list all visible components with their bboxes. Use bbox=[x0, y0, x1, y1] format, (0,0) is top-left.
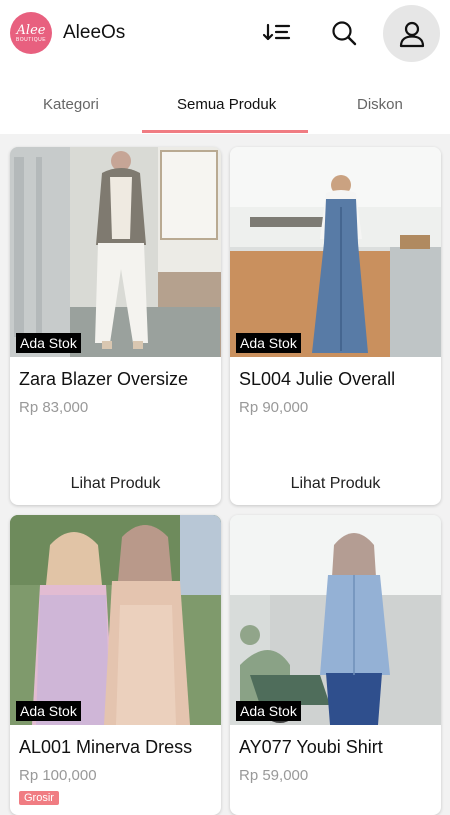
product-card[interactable]: Ada Stok AY077 Youbi Shirt Rp 59,000 bbox=[230, 515, 441, 815]
product-image[interactable]: Ada Stok bbox=[230, 147, 441, 357]
product-image[interactable]: Ada Stok bbox=[10, 147, 221, 357]
active-tab-indicator bbox=[142, 130, 308, 133]
person-icon bbox=[399, 21, 424, 47]
search-icon[interactable] bbox=[324, 13, 364, 53]
product-card[interactable]: Ada Stok SL004 Julie Overall Rp 90,000 L… bbox=[230, 147, 441, 505]
stock-badge: Ada Stok bbox=[16, 333, 81, 353]
view-product-button[interactable]: Lihat Produk bbox=[230, 475, 441, 493]
tab-kategori[interactable]: Kategori bbox=[43, 96, 99, 113]
product-image[interactable]: Ada Stok bbox=[230, 515, 441, 725]
product-price: Rp 83,000 bbox=[19, 399, 89, 416]
app-title: AleeOs bbox=[63, 22, 126, 43]
product-grid: Ada Stok Zara Blazer Oversize Rp 83,000 … bbox=[0, 134, 450, 815]
stock-badge: Ada Stok bbox=[236, 333, 301, 353]
product-price: Rp 59,000 bbox=[239, 767, 309, 784]
product-image[interactable]: Ada Stok bbox=[10, 515, 221, 725]
stock-badge: Ada Stok bbox=[236, 701, 301, 721]
profile-button[interactable] bbox=[383, 5, 440, 62]
stock-badge: Ada Stok bbox=[16, 701, 81, 721]
app-header: Alee BOUTIQUE AleeOs bbox=[0, 0, 450, 66]
product-price: Rp 100,000 bbox=[19, 767, 97, 784]
logo-text: Alee bbox=[16, 22, 46, 38]
product-card[interactable]: Ada Stok AL001 Minerva Dress Rp 100,000 … bbox=[10, 515, 221, 815]
product-price: Rp 90,000 bbox=[239, 399, 309, 416]
product-name: Zara Blazer Oversize bbox=[19, 369, 189, 389]
tab-diskon[interactable]: Diskon bbox=[357, 96, 403, 113]
logo-subtext: BOUTIQUE bbox=[15, 36, 47, 43]
tab-semua-produk[interactable]: Semua Produk bbox=[177, 96, 276, 113]
product-name: AY077 Youbi Shirt bbox=[239, 737, 383, 757]
brand-logo[interactable]: Alee BOUTIQUE bbox=[10, 12, 52, 54]
product-name: AL001 Minerva Dress bbox=[19, 737, 193, 757]
product-name: SL004 Julie Overall bbox=[239, 369, 396, 389]
view-product-button[interactable]: Lihat Produk bbox=[10, 475, 221, 493]
sort-icon[interactable] bbox=[257, 13, 297, 53]
tab-bar: Kategori Semua Produk Diskon bbox=[0, 66, 450, 134]
product-card[interactable]: Ada Stok Zara Blazer Oversize Rp 83,000 … bbox=[10, 147, 221, 505]
wholesale-badge: Grosir bbox=[19, 791, 59, 805]
